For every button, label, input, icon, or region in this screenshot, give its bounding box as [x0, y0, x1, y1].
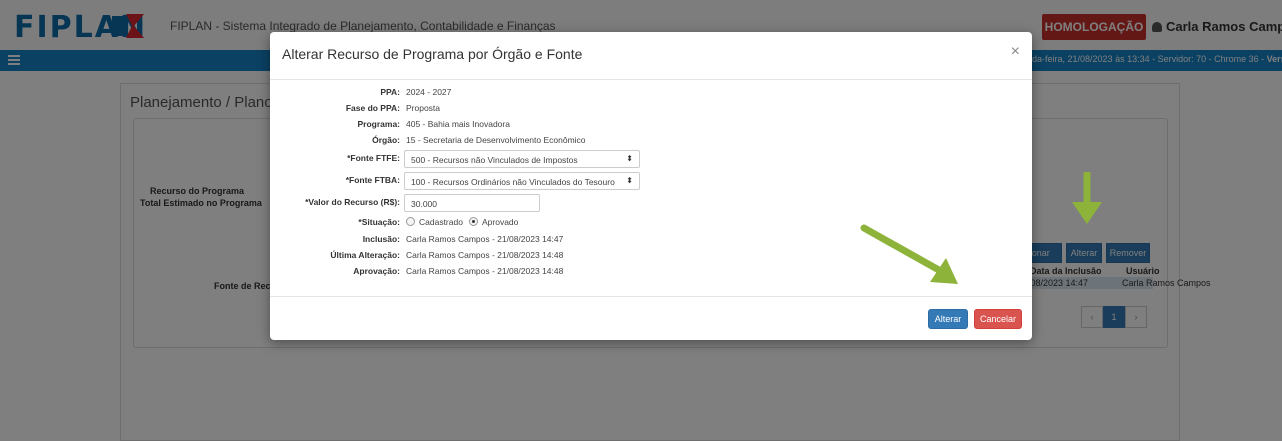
valor-input[interactable]: 30.000 — [404, 194, 540, 212]
select-caret-icon: ⬍ — [626, 176, 633, 185]
fonte-ftba-label: *Fonte FTBA: — [345, 175, 400, 185]
situacao-label: *Situação: — [358, 217, 400, 227]
fonte-ftfe-label: *Fonte FTFE: — [347, 153, 400, 163]
ppa-value: 2024 - 2027 — [406, 87, 452, 97]
modal-title: Alterar Recurso de Programa por Órgão e … — [282, 46, 583, 62]
annotation-arrow-down-icon — [1072, 172, 1102, 224]
aprovacao-value: Carla Ramos Campos - 21/08/2023 14:48 — [406, 266, 564, 276]
modal-header: Alterar Recurso de Programa por Órgão e … — [270, 32, 1032, 80]
radio-cadastrado-label: Cadastrado — [419, 217, 463, 227]
cancel-button[interactable]: Cancelar — [974, 309, 1022, 329]
radio-aprovado[interactable] — [469, 217, 478, 226]
annotation-arrow-icon — [860, 224, 958, 284]
fonte-ftba-select[interactable]: 100 - Recursos Ordinários não Vinculados… — [404, 172, 640, 190]
select-caret-icon: ⬍ — [626, 154, 633, 163]
ultima-alteracao-label: Última Alteração: — [330, 250, 400, 260]
inclusao-label: Inclusão: — [362, 234, 400, 244]
field-orgao: Órgão: 15 - Secretaria de Desenvolviment… — [270, 132, 1032, 150]
field-fonte-ftba: *Fonte FTBA: 100 - Recursos Ordinários n… — [270, 172, 1032, 190]
fase-label: Fase do PPA: — [345, 103, 400, 113]
ultima-alteracao-value: Carla Ramos Campos - 21/08/2023 14:48 — [406, 250, 564, 260]
radio-aprovado-label: Aprovado — [482, 217, 519, 227]
valor-label: *Valor do Recurso (R$): — [305, 197, 400, 207]
fonte-ftfe-select[interactable]: 500 - Recursos não Vinculados de Imposto… — [404, 150, 640, 168]
close-icon[interactable]: × — [1011, 43, 1020, 61]
edit-resource-modal: Alterar Recurso de Programa por Órgão e … — [270, 32, 1032, 340]
ppa-label: PPA: — [380, 87, 400, 97]
modal-footer — [270, 296, 1032, 340]
programa-value: 405 - Bahia mais Inovadora — [406, 119, 510, 129]
orgao-label: Órgão: — [372, 135, 400, 145]
field-valor: *Valor do Recurso (R$): 30.000 — [270, 194, 1032, 212]
aprovacao-label: Aprovação: — [353, 266, 400, 276]
programa-label: Programa: — [357, 119, 400, 129]
orgao-value: 15 - Secretaria de Desenvolvimento Econô… — [406, 135, 586, 145]
confirm-alterar-button[interactable]: Alterar — [928, 309, 968, 329]
fase-value: Proposta — [406, 103, 441, 113]
field-fonte-ftfe: *Fonte FTFE: 500 - Recursos não Vinculad… — [270, 150, 1032, 168]
inclusao-value: Carla Ramos Campos - 21/08/2023 14:47 — [406, 234, 564, 244]
radio-cadastrado[interactable] — [406, 217, 415, 226]
